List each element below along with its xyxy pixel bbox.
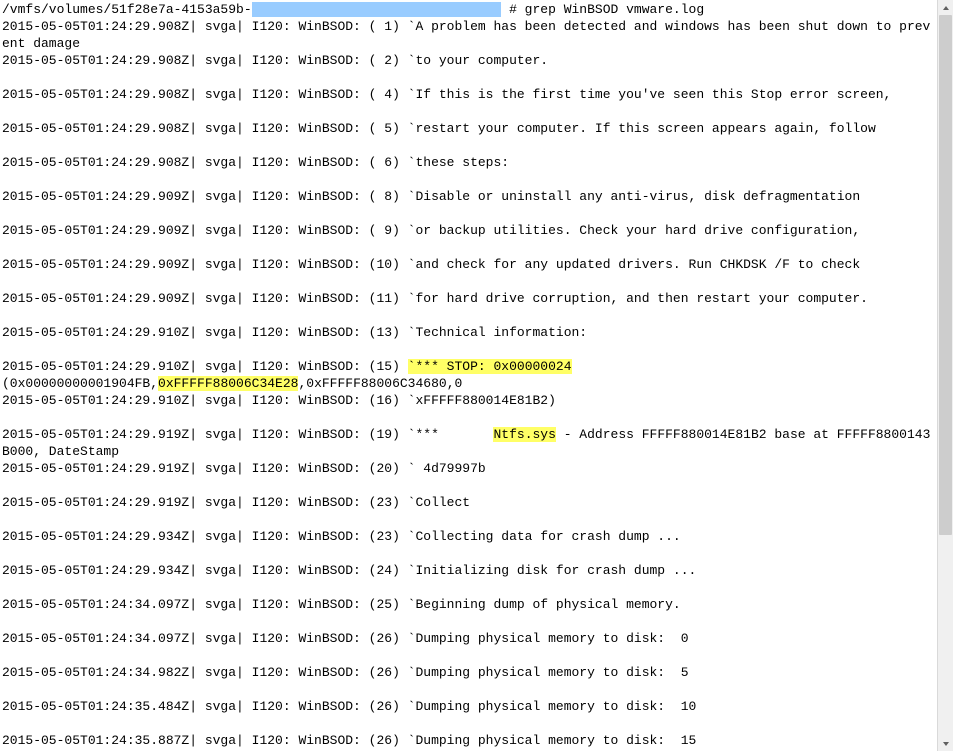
shell-prompt-path: /vmfs/volumes/51f28e7a-4153a59b- [2,2,252,17]
log-line: 2015-05-05T01:24:29.910Z| svga| I120: Wi… [2,359,408,374]
log-line: 2015-05-05T01:24:29.919Z| svga| I120: Wi… [2,461,486,476]
vertical-scrollbar[interactable] [937,0,953,751]
log-line: 2015-05-05T01:24:34.097Z| svga| I120: Wi… [2,631,689,646]
terminal-output[interactable]: /vmfs/volumes/51f28e7a-4153a59b- # grep … [0,0,938,751]
log-line: 2015-05-05T01:24:34.097Z| svga| I120: Wi… [2,597,681,612]
module-highlight: Ntfs.sys [493,427,555,442]
scrollbar-thumb[interactable] [939,15,952,535]
address-highlight: 0xFFFFF88006C34E28 [158,376,298,391]
log-line: 2015-05-05T01:24:29.934Z| svga| I120: Wi… [2,563,696,578]
log-line: 2015-05-05T01:24:35.887Z| svga| I120: Wi… [2,733,696,748]
log-line: 2015-05-05T01:24:29.910Z| svga| I120: Wi… [2,393,556,408]
log-line: 2015-05-05T01:24:29.908Z| svga| I120: Wi… [2,19,930,51]
log-line: 2015-05-05T01:24:29.909Z| svga| I120: Wi… [2,257,860,272]
log-line: 2015-05-05T01:24:29.909Z| svga| I120: Wi… [2,223,860,238]
shell-command: # grep WinBSOD vmware.log [501,2,704,17]
log-line: 2015-05-05T01:24:35.484Z| svga| I120: Wi… [2,699,696,714]
log-line: 2015-05-05T01:24:29.909Z| svga| I120: Wi… [2,189,860,204]
log-line: 2015-05-05T01:24:29.910Z| svga| I120: Wi… [2,325,587,340]
log-line: 2015-05-05T01:24:29.908Z| svga| I120: Wi… [2,53,548,68]
log-line: 2015-05-05T01:24:29.934Z| svga| I120: Wi… [2,529,681,544]
terminal-viewport: /vmfs/volumes/51f28e7a-4153a59b- # grep … [0,0,953,751]
log-line: 2015-05-05T01:24:29.919Z| svga| I120: Wi… [2,495,470,510]
log-line: 2015-05-05T01:24:34.982Z| svga| I120: Wi… [2,665,689,680]
redacted-selection [252,2,502,17]
log-line: (0x00000000001904FB, [2,376,158,391]
log-line: ,0xFFFFF88006C34680,0 [298,376,462,391]
log-line: 2015-05-05T01:24:29.908Z| svga| I120: Wi… [2,121,876,136]
stop-code-highlight: `*** STOP: 0x00000024 [408,359,572,374]
log-line: 2015-05-05T01:24:29.919Z| svga| I120: Wi… [2,427,493,442]
log-line: 2015-05-05T01:24:29.909Z| svga| I120: Wi… [2,291,868,306]
log-line: 2015-05-05T01:24:29.908Z| svga| I120: Wi… [2,155,509,170]
log-line: 2015-05-05T01:24:29.908Z| svga| I120: Wi… [2,87,891,102]
scroll-down-button[interactable] [938,736,953,751]
scroll-up-button[interactable] [938,0,953,15]
